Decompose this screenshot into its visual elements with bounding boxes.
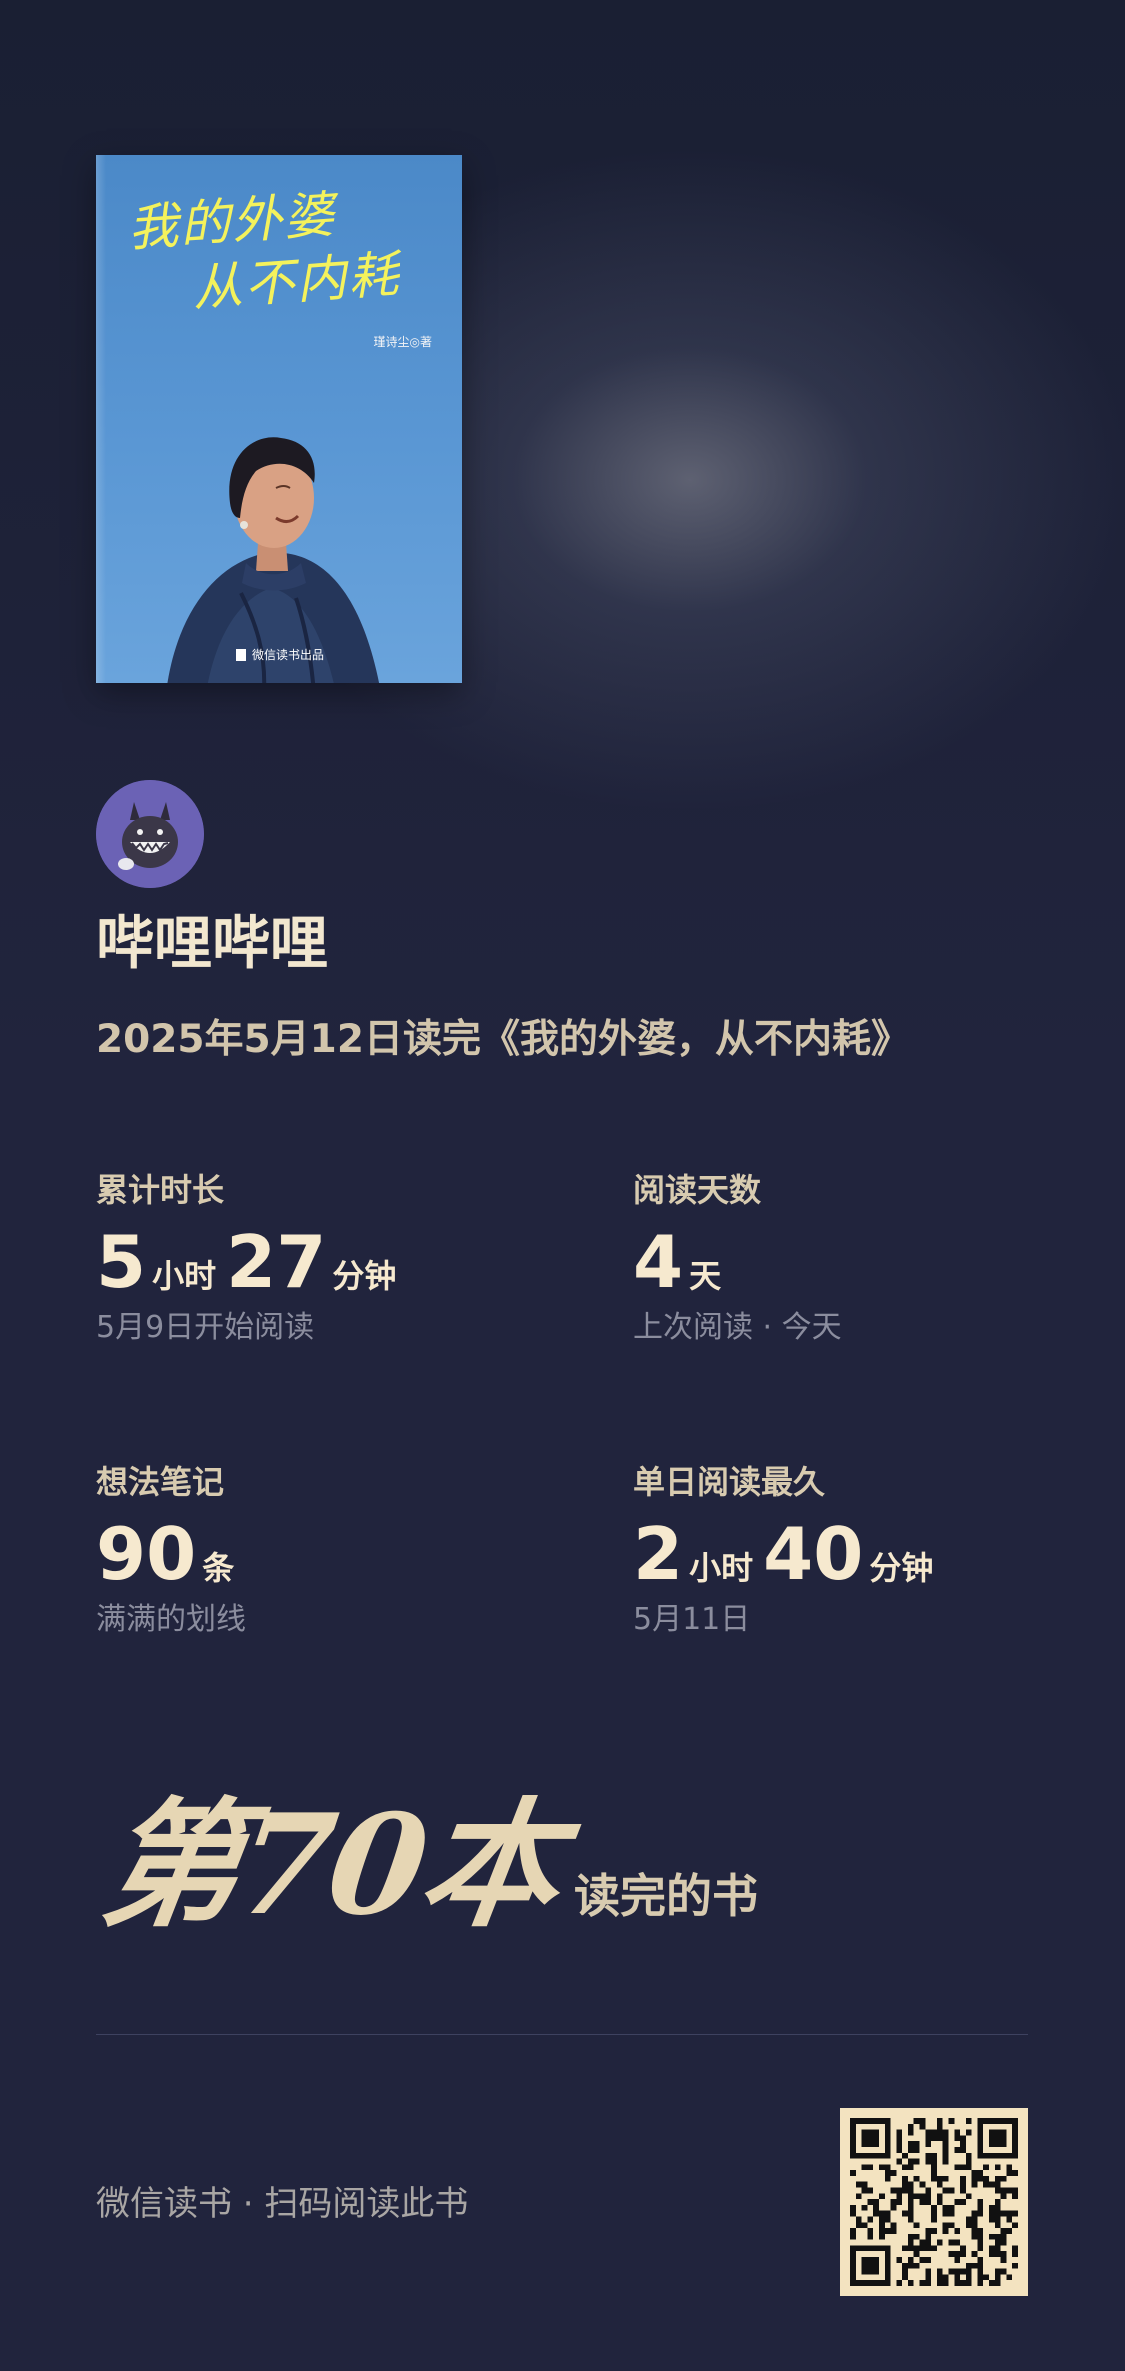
longest-hours-unit: 小时 [689,1549,754,1587]
cover-title-line1: 我的外婆 [126,185,338,258]
publisher-logo-icon [236,648,246,661]
notes-unit: 条 [202,1549,235,1587]
bilibili-mascot-icon [96,780,204,888]
total-hours-unit: 小时 [152,1257,217,1295]
stat-notes-sub: 满满的划线 [96,1602,246,1637]
cover-publisher: 微信读书出品 [236,646,324,663]
longest-minutes-unit: 分钟 [869,1549,934,1587]
stat-longest-day: 单日阅读最久 2 小时 40 分钟 5月11日 [633,1460,943,1640]
stat-reading-days-label: 阅读天数 [633,1171,762,1209]
stat-notes-label: 想法笔记 [96,1463,225,1501]
book-cover[interactable]: 我的外婆 从不内耗 瑾诗尘◎著 微信读书出品 [96,155,462,683]
reading-days-number: 4 [633,1220,684,1304]
cover-spine [96,155,106,683]
cover-publisher-label: 微信读书出品 [252,648,325,662]
total-minutes: 27 [226,1220,327,1304]
book-rank: 第70本 读完的书 [93,1780,759,1946]
total-hours: 5 [96,1220,147,1304]
divider [96,2034,1028,2035]
qr-code[interactable] [840,2108,1028,2296]
total-minutes-unit: 分钟 [332,1257,397,1295]
footer-caption: 微信读书 · 扫码阅读此书 [96,2184,469,2224]
book-rank-number: 第70本 [92,1783,568,1946]
stat-longest-day-label: 单日阅读最久 [633,1463,826,1501]
cover-photo-woman [167,437,379,683]
stat-total-time-value: 5 小时 27 分钟 [96,1222,406,1302]
stat-reading-days: 阅读天数 4天 上次阅读 · 今天 [633,1168,842,1348]
cover-title-line2: 从不内耗 [190,245,403,318]
avatar[interactable] [96,780,204,888]
longest-minutes: 40 [763,1512,864,1596]
share-card: 我的外婆 从不内耗 瑾诗尘◎著 微信读书出品 哔哩哔哩 2025年5月12日读完… [0,0,1125,2371]
stat-total-time-label: 累计时长 [96,1171,225,1209]
stat-longest-day-value: 2 小时 40 分钟 [633,1514,943,1594]
stat-longest-day-sub: 5月11日 [633,1602,751,1637]
stat-notes: 想法笔记 90 条 满满的划线 [96,1460,246,1640]
stat-total-time-sub: 5月9日开始阅读 [96,1310,315,1345]
stat-total-time: 累计时长 5 小时 27 分钟 5月9日开始阅读 [96,1168,406,1348]
user-name: 哔哩哔哩 [96,909,329,977]
stat-reading-days-value: 4天 [633,1222,842,1302]
finish-date-line: 2025年5月12日读完《我的外婆，从不内耗》 [96,1017,910,1062]
book-rank-suffix: 读完的书 [574,1869,759,1923]
reading-days-unit: 天 [689,1257,722,1295]
stat-reading-days-sub: 上次阅读 · 今天 [633,1310,842,1345]
cover-title: 我的外婆 从不内耗 [126,178,402,324]
cover-author: 瑾诗尘◎著 [373,335,432,349]
stat-notes-value: 90 条 [96,1514,246,1594]
qr-code-icon [850,2118,1018,2286]
longest-hours: 2 [633,1512,684,1596]
notes-number: 90 [96,1512,197,1596]
